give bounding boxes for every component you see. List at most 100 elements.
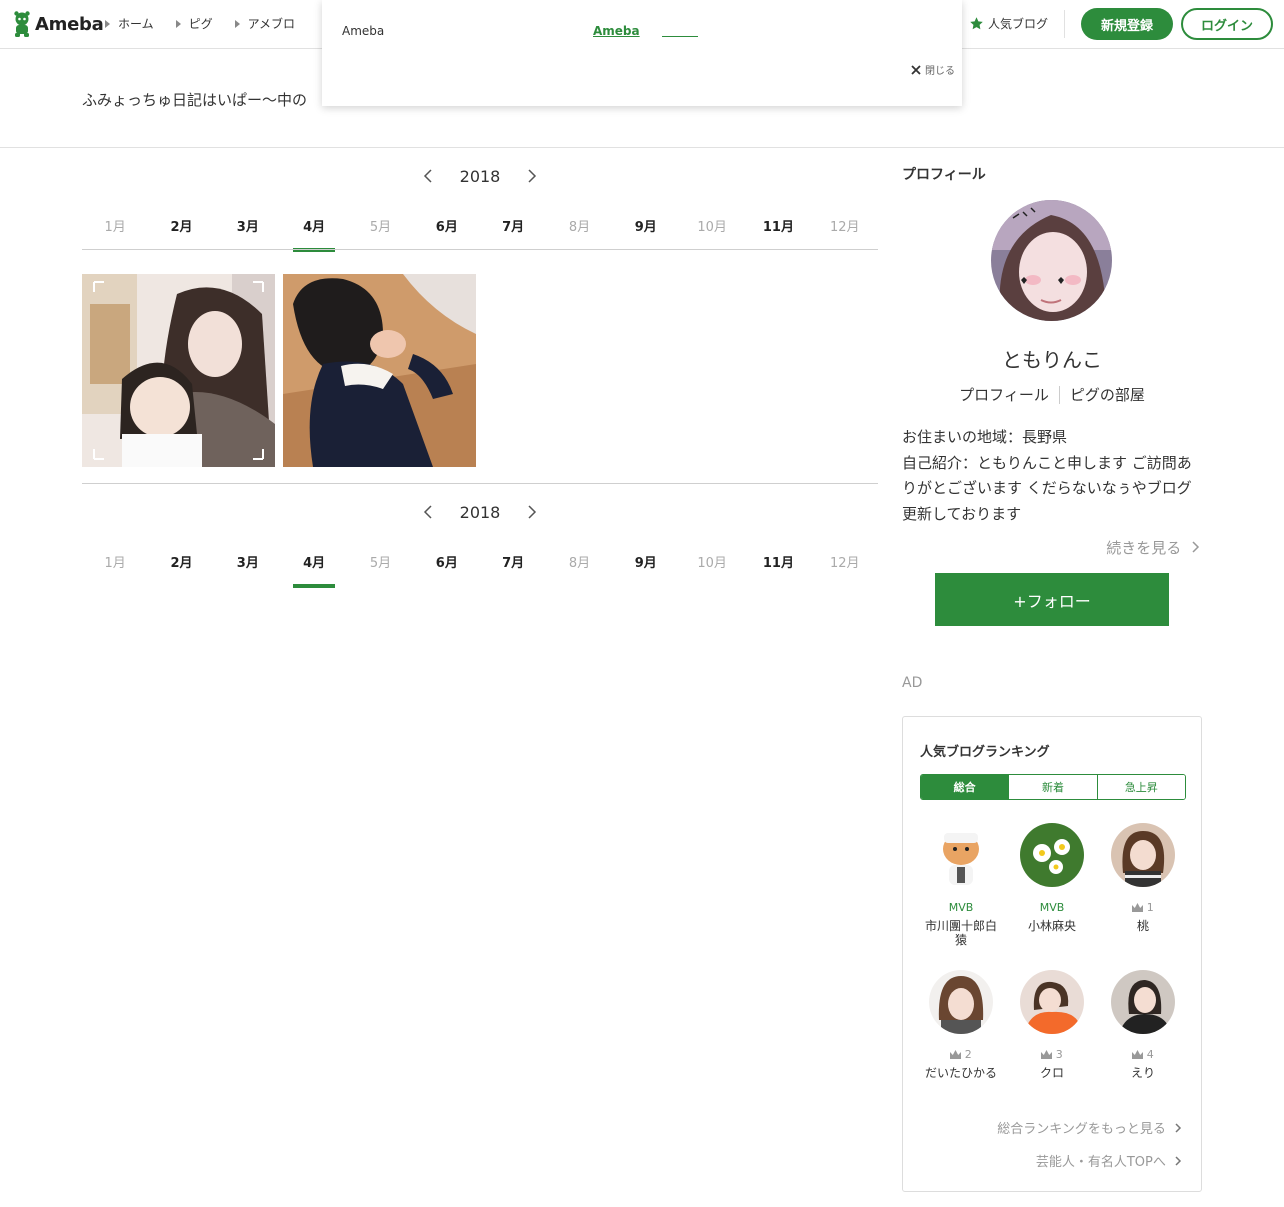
ranking-heading: 人気ブログランキング: [920, 745, 1050, 760]
ranking-avatar: [1111, 970, 1175, 1034]
popup-secondary-link[interactable]: [662, 36, 698, 37]
ranking-name: 市川團十郎白猿: [924, 919, 997, 947]
more-ranking-link[interactable]: 総合ランキングをもっと見る: [997, 1118, 1183, 1137]
header-divider: [1064, 10, 1065, 38]
ranking-item[interactable]: 1 桃: [1103, 823, 1183, 933]
ameba-mascot-icon: [14, 11, 30, 37]
ranking-badge: 3: [1012, 1048, 1092, 1062]
selfie-photo: [82, 274, 275, 467]
popup-ameba-link[interactable]: Ameba: [593, 24, 640, 38]
ranking-rank: 2: [964, 1048, 972, 1061]
year-switcher-top: 2018: [82, 161, 878, 191]
month-tabs-divider: [82, 249, 878, 250]
caret-right-icon: [175, 19, 181, 28]
month-tab[interactable]: 7月: [480, 546, 546, 582]
ranking-avatar: [1020, 823, 1084, 887]
title-divider: [0, 147, 1284, 148]
tab-rising[interactable]: 急上昇: [1096, 775, 1185, 799]
ranking-avatar-image: [1020, 823, 1084, 887]
profile-nickname[interactable]: ともりんこ: [902, 344, 1202, 373]
month-tab[interactable]: 6月: [414, 546, 480, 582]
ranking-avatar: [1111, 823, 1175, 887]
star-icon: [970, 17, 983, 30]
pigg-room-link[interactable]: ピグの部屋: [1060, 384, 1155, 405]
ranking-rank: 3: [1055, 1048, 1063, 1061]
profile-link[interactable]: プロフィール: [949, 384, 1059, 405]
nav-home-label: ホーム: [118, 17, 154, 31]
month-tab[interactable]: 3月: [215, 210, 281, 246]
month-tab: 8月: [568, 220, 591, 235]
ranking-item[interactable]: MVB 市川團十郎白猿: [921, 823, 1001, 947]
chevron-right-icon: [1175, 1123, 1182, 1133]
read-more-link[interactable]: 続きを見る: [1050, 537, 1200, 558]
month-tab[interactable]: 6月: [414, 210, 480, 246]
month-tab: 1月: [104, 556, 126, 571]
caret-right-icon: [234, 19, 240, 28]
photos-divider: [82, 483, 878, 484]
tab-new[interactable]: 新着: [1008, 775, 1097, 799]
crown-icon: [1132, 1050, 1144, 1059]
notice-popup: Ameba Ameba 閉じる: [322, 0, 962, 106]
ranking-avatar: [929, 823, 993, 887]
month-tab: 5月: [369, 556, 392, 571]
breadcrumb-nav: ホーム ピグ アメブロ: [105, 15, 295, 32]
year-label: 2018: [459, 166, 501, 186]
next-year-button[interactable]: [518, 162, 546, 190]
ranking-item[interactable]: 3 クロ: [1012, 970, 1092, 1080]
ranking-badge: 1: [1103, 901, 1183, 915]
popup-close-button[interactable]: 閉じる: [911, 62, 955, 77]
tab-overall[interactable]: 総合: [921, 775, 1009, 799]
ranking-name: クロ: [1039, 1066, 1064, 1080]
logo-text: Ameba: [35, 13, 104, 35]
nav-home[interactable]: ホーム: [105, 15, 154, 32]
chevron-right-icon: [1175, 1156, 1182, 1166]
month-tab[interactable]: 9月: [613, 546, 679, 582]
ranking-avatar: [929, 970, 993, 1034]
month-tab[interactable]: 2月: [148, 546, 214, 582]
month-tab[interactable]: 9月: [613, 210, 679, 246]
photo-thumbnail[interactable]: [82, 274, 275, 467]
popular-blog-link[interactable]: 人気ブログ: [969, 15, 1048, 32]
profile-avatar[interactable]: [991, 200, 1112, 321]
follow-button[interactable]: +フォロー: [935, 573, 1169, 626]
next-year-button[interactable]: [518, 498, 546, 526]
ranking-avatar-image: [1020, 970, 1084, 1034]
prev-year-button[interactable]: [414, 162, 442, 190]
ameba-logo[interactable]: Ameba: [12, 11, 104, 37]
month-tab[interactable]: 3月: [215, 546, 281, 582]
prev-year-button[interactable]: [414, 498, 442, 526]
ranking-item[interactable]: 2 だいたひかる: [921, 970, 1001, 1080]
month-tab[interactable]: 4月: [281, 210, 347, 252]
ranking-name: 桃: [1136, 919, 1149, 933]
month-tab[interactable]: 11月: [745, 546, 811, 582]
ranking-name: えり: [1130, 1066, 1155, 1080]
blog-title[interactable]: ふみょっちゅ日記はいぱー〜中の: [82, 89, 307, 110]
celeb-top-label: 芸能人・有名人TOPへ: [1035, 1155, 1166, 1170]
chevron-right-icon: [1192, 541, 1200, 553]
signup-button[interactable]: 新規登録: [1081, 8, 1173, 40]
nav-pigg[interactable]: ピグ: [175, 15, 213, 32]
nav-ameblo[interactable]: アメブロ: [234, 15, 295, 32]
month-tab[interactable]: 2月: [148, 210, 214, 246]
ranking-avatar-image: [1111, 823, 1175, 887]
year-label: 2018: [459, 502, 501, 522]
ranking-avatar-image: [1111, 970, 1175, 1034]
profile-avatar-image: [991, 200, 1112, 321]
crown-icon: [1041, 1050, 1053, 1059]
month-tab[interactable]: 11月: [745, 210, 811, 246]
login-button[interactable]: ログイン: [1181, 8, 1273, 40]
celeb-top-link[interactable]: 芸能人・有名人TOPへ: [1036, 1151, 1183, 1170]
photo-thumbnail[interactable]: [283, 274, 476, 467]
ranking-name: 小林麻央: [1027, 919, 1076, 933]
ranking-item[interactable]: MVB 小林麻央: [1012, 823, 1092, 933]
popup-close-label: 閉じる: [925, 66, 955, 77]
popular-blog-label: 人気ブログ: [988, 17, 1049, 31]
month-tab[interactable]: 7月: [480, 210, 546, 246]
ranking-badge: 4: [1103, 1048, 1183, 1062]
ranking-item[interactable]: 4 えり: [1103, 970, 1183, 1080]
read-more-label: 続きを見る: [1106, 539, 1182, 557]
month-tab: 10月: [697, 220, 727, 235]
month-tab[interactable]: 4月: [281, 546, 347, 588]
crown-icon: [1132, 903, 1144, 912]
month-tab: 12月: [830, 556, 860, 571]
